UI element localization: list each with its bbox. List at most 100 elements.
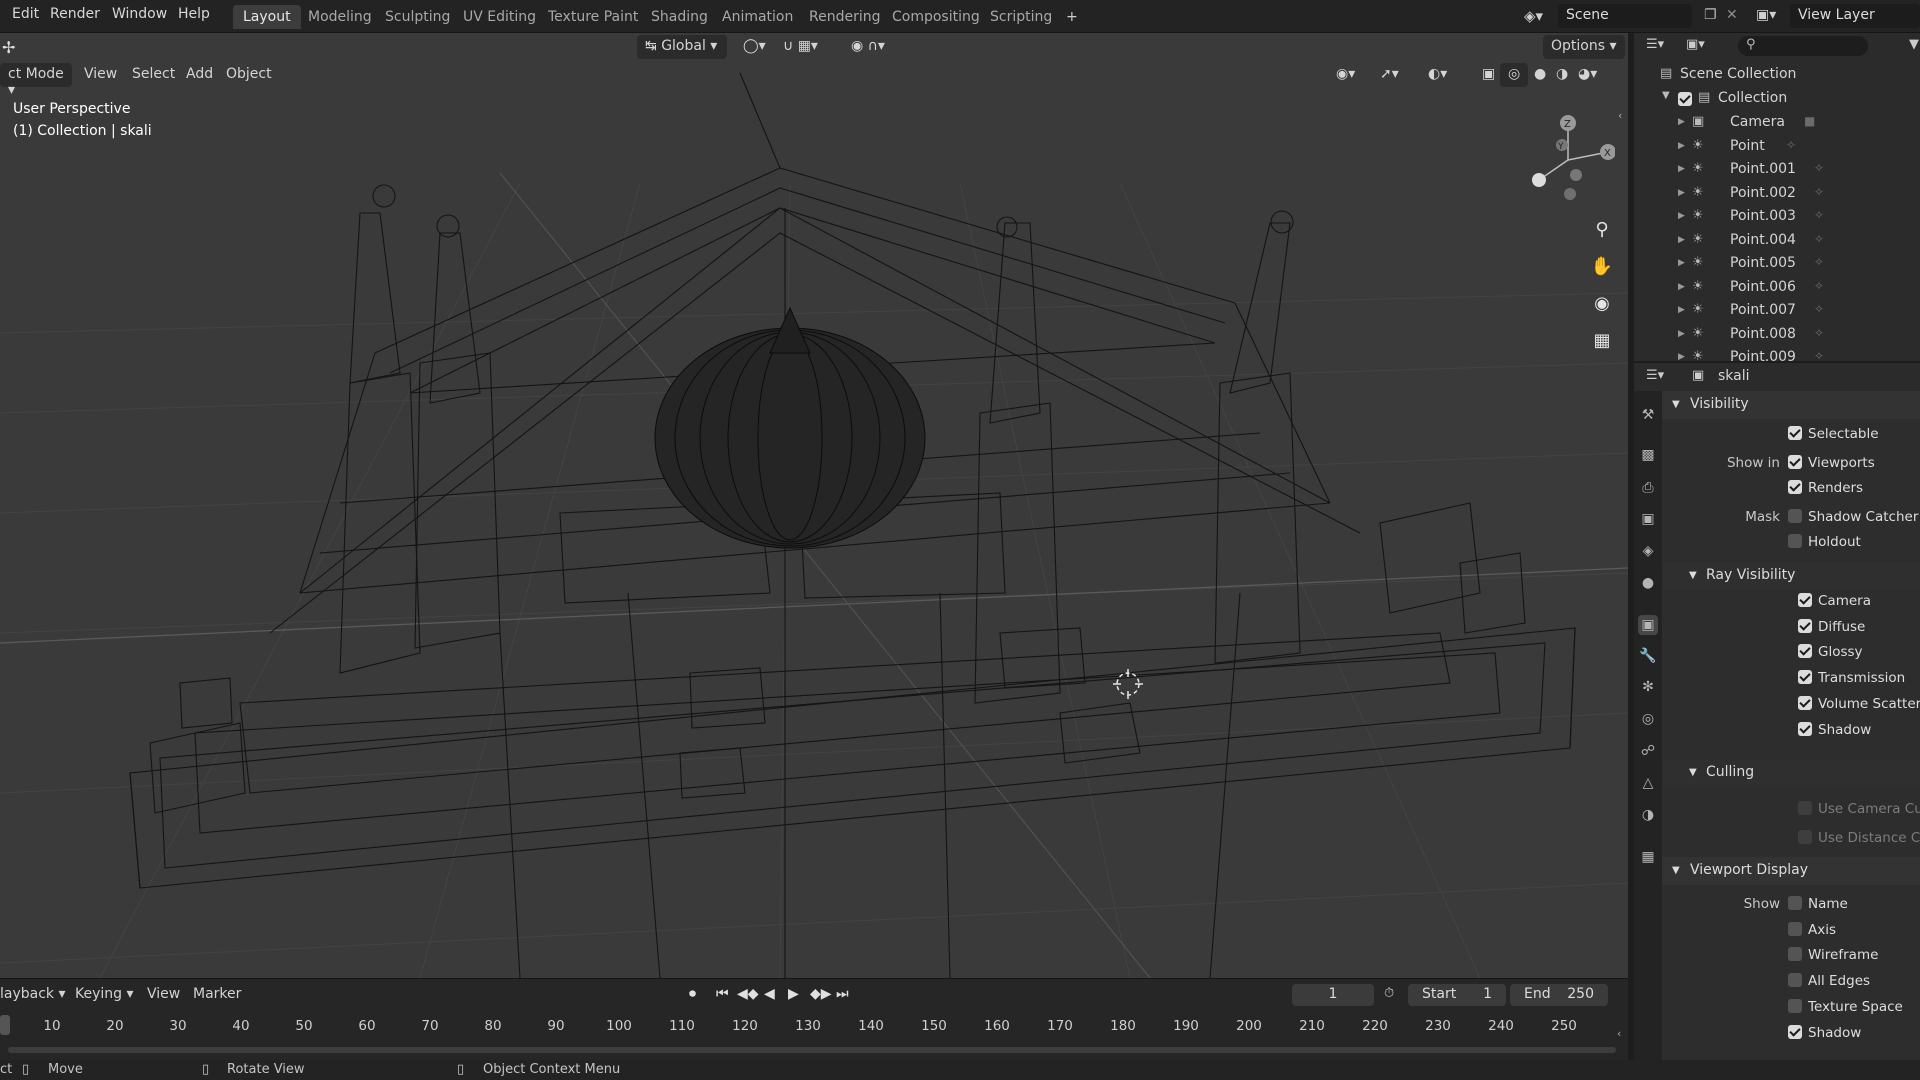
outliner-collection[interactable]: ▼ ▤ Collection [1634,87,1920,110]
3d-viewport[interactable]: ✢ ↹ Global ▾ ◯▾ ∪ ▦▾ ◉ ∩▾ Options ▾ ct M… [0,33,1628,978]
expand-arrow-icon[interactable]: ▶ [1678,211,1685,221]
tab-scripting[interactable]: Scripting [980,5,1062,29]
selectable-checkbox[interactable]: Selectable [1788,426,1879,442]
object-tab-icon[interactable]: ▣ [1638,615,1658,635]
start-frame-field[interactable]: Start 1 [1408,984,1506,1006]
object-data-tab-icon[interactable]: △ [1638,773,1658,793]
culling-section-header[interactable]: ▼ Culling [1662,759,1920,787]
world-tab-icon[interactable]: ● [1638,573,1658,593]
expand-arrow-icon[interactable]: ▶ [1678,258,1685,268]
tab-uv-editing[interactable]: UV Editing [453,5,546,29]
material-tab-icon[interactable]: ◑ [1638,805,1658,825]
expand-arrow-icon[interactable]: ▶ [1678,305,1685,315]
collapse-arrow-icon[interactable]: ‹ [1618,109,1622,122]
visibility-eye-icon[interactable]: ◉▾ [1328,63,1363,87]
light-data-icon[interactable]: ✧ [1814,185,1824,199]
pivot-point-icon[interactable]: ◯▾ [735,35,774,59]
outliner-item[interactable]: ▶ ☀ Point.008 ✧ [1634,323,1920,346]
ray-visibility-section-header[interactable]: ▼ Ray Visibility [1662,562,1920,590]
texture-tab-icon[interactable]: ▦ [1638,847,1658,867]
current-frame-field[interactable]: 1 [1292,984,1374,1006]
view-layer-selector[interactable]: View Layer [1790,4,1920,28]
playhead[interactable] [0,1015,10,1035]
outliner-item[interactable]: ▶ ▣ Camera ■ [1634,111,1920,134]
add-workspace-button[interactable]: + [1056,5,1088,29]
shading-wireframe-icon[interactable]: ◎ [1500,63,1529,87]
zoom-icon[interactable]: ⚲ [1586,213,1618,245]
tab-shading[interactable]: Shading [641,5,718,29]
view-layer-tab-icon[interactable]: ▣ [1638,509,1658,529]
expand-arrow-icon[interactable]: ▶ [1678,164,1685,174]
collection-checkbox[interactable] [1678,92,1698,108]
outliner-item[interactable]: ▶ ☀ Point.004 ✧ [1634,229,1920,252]
renders-checkbox[interactable]: Renders [1788,480,1863,496]
timeline-keying-menu[interactable]: Keying ▾ [75,986,134,1002]
jump-start-icon[interactable]: ⏮ [716,986,729,1002]
outliner-item[interactable]: ▶ ☀ Point.001 ✧ [1634,158,1920,181]
editor-type-icon[interactable]: ☰▾ [1646,37,1664,52]
expand-arrow-icon[interactable]: ▼ [1662,90,1670,101]
jump-end-icon[interactable]: ⏭ [836,986,849,1002]
xray-toggle-icon[interactable]: ▣ [1474,63,1503,87]
scene-selector[interactable]: Scene [1558,4,1692,28]
menu-help[interactable]: Help [178,6,210,22]
proportional-edit-icon[interactable]: ◉ ∩▾ [843,35,893,59]
light-data-icon[interactable]: ✧ [1814,326,1824,340]
stopwatch-icon[interactable]: ⏱ [1384,986,1394,1001]
visibility-section-header[interactable]: ▼ Visibility [1662,391,1920,419]
shading-rendered-icon[interactable]: ◕▾ [1570,63,1605,87]
play-reverse-icon[interactable]: ◀ [764,986,775,1002]
prev-keyframe-icon[interactable]: ◀◆ [737,986,759,1002]
distance-cull-checkbox[interactable]: Use Distance Cull [1798,830,1920,846]
light-data-icon[interactable]: ✧ [1814,161,1824,175]
tool-tab-icon[interactable]: ⚒ [1638,405,1658,425]
menu-edit[interactable]: Edit [12,6,39,22]
timeline-view-menu[interactable]: View [147,986,180,1002]
camera-data-icon[interactable]: ■ [1804,114,1815,128]
overlays-icon[interactable]: ◐▾ [1420,63,1455,87]
outliner-item[interactable]: ▶ ☀ Point.009 ✧ [1634,346,1920,361]
end-frame-field[interactable]: End 250 [1510,984,1608,1006]
light-data-icon[interactable]: ✧ [1814,302,1824,316]
viewport-display-checkbox[interactable]: Name [1788,896,1848,912]
new-scene-icon[interactable]: ❐ [1704,7,1717,23]
mode-dropdown[interactable]: ct Mode ▾ [0,63,72,98]
transform-tool-icon[interactable]: ✢ [2,38,15,57]
display-mode-icon[interactable]: ▣▾ [1686,37,1705,52]
expand-arrow-icon[interactable]: ▶ [1678,352,1685,361]
tab-animation[interactable]: Animation [712,5,803,29]
outliner-item[interactable]: ▶ ☀ Point ✧ [1634,135,1920,158]
filter-icon[interactable]: ▼ [1909,37,1919,52]
viewport-menu-view[interactable]: View [76,63,125,87]
ray-visibility-checkbox[interactable]: Camera [1798,593,1871,609]
menu-render[interactable]: Render [50,6,100,22]
light-data-icon[interactable]: ✧ [1786,138,1796,152]
tab-compositing[interactable]: Compositing [882,5,990,29]
outliner-scene-collection[interactable]: ▤ Scene Collection [1634,63,1920,86]
collapse-arrow-icon[interactable]: ‹ [1617,1027,1621,1040]
viewport-display-checkbox[interactable]: Texture Space [1788,998,1903,1015]
viewport-display-checkbox[interactable]: Axis [1788,921,1836,938]
ray-visibility-checkbox[interactable]: Transmission [1798,670,1905,686]
navigation-gizmo[interactable]: Z Y X [1515,100,1615,200]
options-dropdown[interactable]: Options ▾ [1543,35,1625,59]
pan-hand-icon[interactable]: ✋ [1586,250,1618,282]
viewport-display-checkbox[interactable]: All Edges [1788,973,1870,989]
perspective-grid-icon[interactable]: ▦ [1586,324,1618,356]
outliner-search-input[interactable]: ⚲ [1738,36,1868,56]
tab-sculpting[interactable]: Sculpting [375,5,460,29]
ray-visibility-checkbox[interactable]: Diffuse [1798,618,1865,635]
properties-editor-type-icon[interactable]: ☰▾ [1646,368,1664,383]
timeline-playback-menu[interactable]: layback ▾ [0,986,66,1002]
camera-cull-checkbox[interactable]: Use Camera Cull [1798,801,1920,817]
viewport-menu-add[interactable]: Add [178,63,221,87]
light-data-icon[interactable]: ✧ [1814,255,1824,269]
shadow-catcher-checkbox[interactable]: Shadow Catcher [1788,509,1918,525]
viewport-display-checkbox[interactable]: Shadow [1788,1024,1861,1041]
record-icon[interactable]: ⏺ [689,986,696,1002]
viewport-menu-object[interactable]: Object [218,63,280,87]
outliner-item[interactable]: ▶ ☀ Point.007 ✧ [1634,299,1920,322]
light-data-icon[interactable]: ✧ [1814,232,1824,246]
scene-icon[interactable]: ◈▾ [1524,7,1543,25]
scene-tab-icon[interactable]: ◈ [1638,541,1658,561]
